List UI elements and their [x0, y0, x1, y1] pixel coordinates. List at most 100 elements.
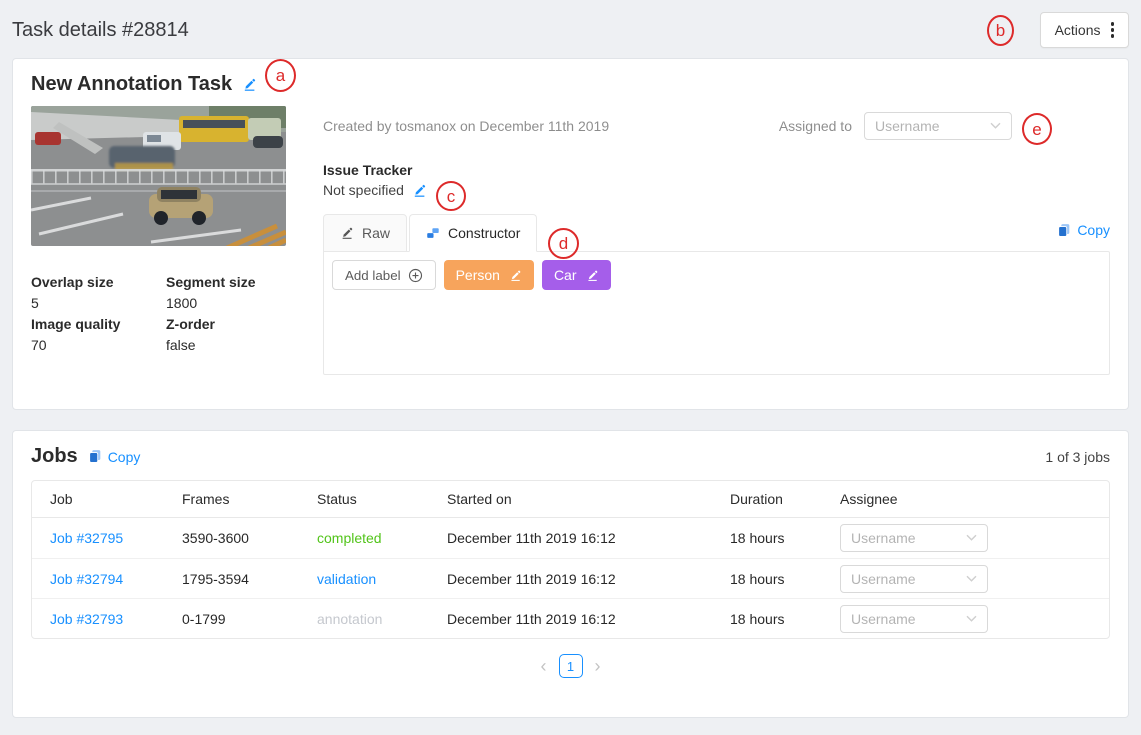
job-assignee-select[interactable]: Username — [840, 604, 988, 633]
job-assignee-select[interactable]: Username — [840, 524, 988, 552]
task-param: Overlap size 5 — [31, 272, 166, 314]
label-chip-name: Car — [553, 267, 577, 283]
pagination-page-1[interactable]: 1 — [558, 654, 583, 678]
job-duration: 18 hours — [730, 610, 785, 627]
tab-raw-label: Raw — [362, 225, 391, 241]
issue-tracker-value: Not specified — [323, 182, 404, 198]
jobs-table-body: Job #32795 3590-3600 completed December … — [32, 518, 1109, 638]
assigned-to-group: Assigned to Username — [779, 112, 1012, 140]
created-by-text: Created by tosmanox on December 11th 201… — [323, 118, 610, 134]
jobs-column-header: Status — [317, 491, 357, 507]
edit-issue-tracker-icon[interactable] — [412, 183, 427, 198]
task-assignee-placeholder: Username — [875, 118, 940, 134]
jobs-card: Jobs Copy 1 of 3 jobs Job Frames Status … — [12, 430, 1129, 718]
task-details-card: New Annotation Task Overlap size 5 Segme… — [12, 58, 1129, 410]
label-chips: Person Car — [443, 260, 611, 290]
assigned-to-label: Assigned to — [778, 118, 852, 134]
chevron-down-icon — [966, 615, 977, 621]
chevron-down-icon — [966, 575, 977, 581]
job-started: December 11th 2019 16:12 — [447, 570, 616, 587]
job-started: December 11th 2019 16:12 — [447, 610, 616, 627]
pagination-next-button[interactable]: › — [593, 657, 603, 675]
param-label: Overlap size — [31, 274, 114, 290]
jobs-column-header: Frames — [182, 491, 230, 507]
jobs-pagination: ‹ 1 › — [31, 654, 1110, 678]
table-row: Job #32793 0-1799 annotation December 11… — [32, 598, 1109, 638]
chevron-down-icon — [966, 534, 977, 541]
chevron-down-icon — [990, 122, 1001, 129]
jobs-count: 1 of 3 jobs — [1045, 448, 1110, 465]
tab-constructor[interactable]: Constructor — [409, 214, 538, 252]
page-title: Task details #28814 — [12, 18, 189, 41]
job-status: completed — [317, 530, 382, 546]
param-value: 70 — [31, 337, 47, 353]
jobs-column-header: Duration — [730, 491, 783, 507]
labels-tabs: Raw Constructor Copy — [323, 214, 1110, 252]
job-frames: 3590-3600 — [182, 530, 249, 546]
job-duration: 18 hours — [730, 570, 785, 587]
edit-label-icon[interactable] — [586, 269, 599, 282]
copy-jobs-label: Copy — [107, 448, 141, 465]
actions-button[interactable]: Actions — [1039, 12, 1129, 48]
param-value: false — [166, 337, 196, 353]
label-chip[interactable]: Person — [443, 260, 534, 290]
copy-icon — [1058, 223, 1071, 237]
task-param: Image quality 70 — [31, 314, 166, 356]
copy-icon — [88, 449, 101, 463]
param-label: Image quality — [31, 316, 121, 332]
tab-constructor-label: Constructor — [448, 225, 521, 241]
job-link[interactable]: Job #32795 — [50, 530, 182, 546]
copy-labels-button[interactable]: Copy — [1057, 222, 1110, 238]
task-param: Z-order false — [166, 314, 286, 356]
jobs-table: Job Frames Status Started on Duration As… — [31, 480, 1110, 639]
job-frames: 0-1799 — [182, 610, 226, 627]
task-right-column: Created by tosmanox on December 11th 201… — [323, 106, 1110, 375]
label-chip-name: Person — [455, 267, 500, 283]
pagination-prev-button[interactable]: ‹ — [539, 657, 549, 675]
add-label-button[interactable]: Add label — [332, 260, 436, 290]
table-row: Job #32795 3590-3600 completed December … — [32, 518, 1109, 558]
kebab-menu-icon — [1110, 22, 1114, 38]
add-label-button-text: Add label — [345, 267, 401, 283]
label-constructor-panel: Add label Person Car — [323, 251, 1110, 375]
job-link[interactable]: Job #32794 — [50, 571, 182, 587]
build-icon — [426, 226, 440, 240]
edit-task-name-icon[interactable] — [242, 77, 257, 92]
job-status: validation — [317, 570, 377, 587]
issue-tracker-label: Issue Tracker — [323, 162, 413, 178]
copy-labels-label: Copy — [1077, 222, 1110, 238]
jobs-column-header: Started on — [447, 491, 512, 507]
jobs-column-header: Assignee — [840, 491, 898, 507]
job-assignee-placeholder: Username — [851, 570, 916, 587]
param-label: Segment size — [166, 274, 256, 290]
tab-raw[interactable]: Raw — [323, 214, 408, 252]
param-value: 5 — [31, 295, 39, 311]
job-status: annotation — [317, 610, 383, 627]
jobs-column-header: Job — [50, 491, 73, 507]
label-chip[interactable]: Car — [541, 260, 611, 290]
actions-button-label: Actions — [1054, 22, 1101, 38]
jobs-title: Jobs — [31, 445, 78, 467]
jobs-table-header: Job Frames Status Started on Duration As… — [32, 481, 1109, 518]
task-preview-image — [31, 106, 286, 246]
task-name: New Annotation Task — [31, 73, 233, 95]
pencil-icon — [340, 226, 354, 240]
copy-jobs-button[interactable]: Copy — [88, 448, 141, 465]
param-value: 1800 — [166, 295, 198, 311]
task-param: Segment size 1800 — [166, 272, 286, 314]
job-duration: 18 hours — [730, 530, 785, 546]
table-row: Job #32794 1795-3594 validation December… — [32, 558, 1109, 598]
top-bar: Task details #28814 Actions — [0, 0, 1141, 58]
job-started: December 11th 2019 16:12 — [447, 530, 616, 546]
task-params: Overlap size 5 Segment size 1800 Image q… — [31, 272, 286, 356]
edit-label-icon[interactable] — [509, 269, 522, 282]
job-assignee-select[interactable]: Username — [840, 564, 988, 593]
plus-circle-icon — [408, 268, 422, 282]
job-assignee-placeholder: Username — [851, 610, 916, 627]
task-assignee-select[interactable]: Username — [864, 112, 1012, 140]
param-label: Z-order — [166, 316, 215, 332]
job-frames: 1795-3594 — [182, 570, 249, 587]
task-left-column: Overlap size 5 Segment size 1800 Image q… — [31, 106, 286, 375]
job-assignee-placeholder: Username — [851, 530, 916, 546]
job-link[interactable]: Job #32793 — [50, 611, 182, 627]
